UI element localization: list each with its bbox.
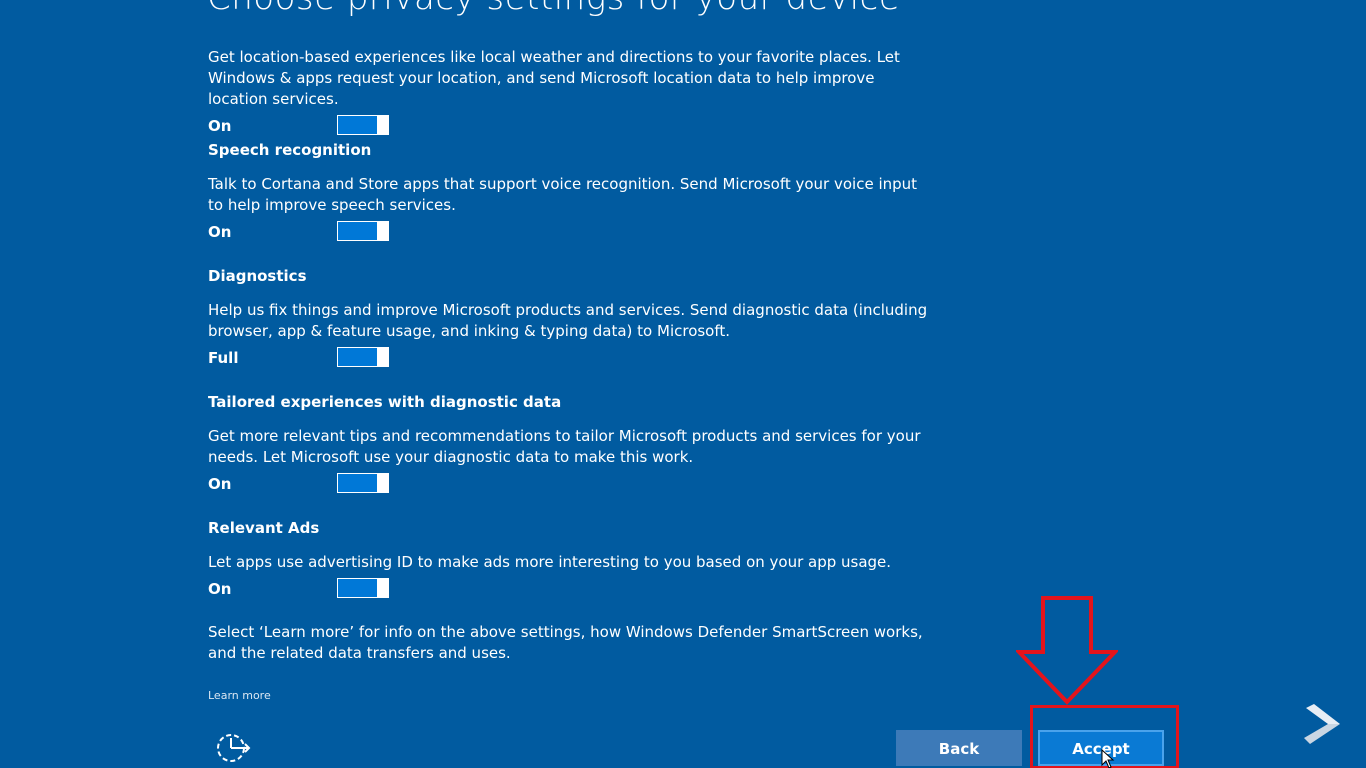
- toggle-knob: [377, 222, 388, 240]
- setting-toggle-row: On: [208, 221, 928, 245]
- learn-more-info-text: Select ‘Learn more’ for info on the abov…: [208, 623, 923, 662]
- mouse-cursor-icon: [1101, 749, 1115, 768]
- location-toggle[interactable]: [337, 115, 389, 135]
- setting-tailored-experiences: Tailored experiences with diagnostic dat…: [208, 392, 928, 497]
- setting-heading: Speech recognition: [208, 141, 372, 159]
- setting-toggle-row: On: [208, 578, 928, 602]
- setting-location: Get location-based experiences like loca…: [208, 47, 928, 139]
- toggle-knob: [377, 474, 388, 492]
- setting-description: Talk to Cortana and Store apps that supp…: [208, 175, 918, 214]
- privacy-settings-page: Choose privacy settings for your device …: [0, 0, 1366, 768]
- toggle-knob: [377, 348, 388, 366]
- toggle-state-label: On: [208, 475, 232, 493]
- annotation-arrow-icon: [1016, 596, 1118, 705]
- chevron-logo-icon: [1304, 704, 1340, 744]
- setting-toggle-row: On: [208, 473, 928, 497]
- ease-of-access-icon[interactable]: [214, 730, 252, 766]
- setting-description: Get more relevant tips and recommendatio…: [208, 427, 921, 466]
- setting-diagnostics: Diagnostics Help us fix things and impro…: [208, 266, 928, 371]
- toggle-state-label: On: [208, 117, 232, 135]
- back-button[interactable]: Back: [896, 730, 1022, 766]
- setting-heading: Tailored experiences with diagnostic dat…: [208, 393, 562, 411]
- speech-recognition-toggle[interactable]: [337, 221, 389, 241]
- toggle-state-label: On: [208, 580, 232, 598]
- setting-description: Get location-based experiences like loca…: [208, 48, 900, 108]
- page-title: Choose privacy settings for your device: [207, 0, 900, 18]
- toggle-state-label: On: [208, 223, 232, 241]
- setting-toggle-row: Full: [208, 347, 928, 371]
- tailored-experiences-toggle[interactable]: [337, 473, 389, 493]
- setting-description: Let apps use advertising ID to make ads …: [208, 553, 892, 571]
- setting-relevant-ads: Relevant Ads Let apps use advertising ID…: [208, 518, 928, 602]
- setting-description: Help us fix things and improve Microsoft…: [208, 301, 928, 340]
- toggle-knob: [377, 116, 388, 134]
- toggle-state-label: Full: [208, 349, 239, 367]
- toggle-knob: [377, 579, 388, 597]
- relevant-ads-toggle[interactable]: [337, 578, 389, 598]
- setting-heading: Diagnostics: [208, 267, 307, 285]
- learn-more-link[interactable]: Learn more: [208, 689, 271, 702]
- setting-toggle-row: On: [208, 115, 928, 139]
- diagnostics-toggle[interactable]: [337, 347, 389, 367]
- setting-heading: Relevant Ads: [208, 519, 320, 537]
- setting-speech-recognition: Speech recognition Talk to Cortana and S…: [208, 140, 928, 245]
